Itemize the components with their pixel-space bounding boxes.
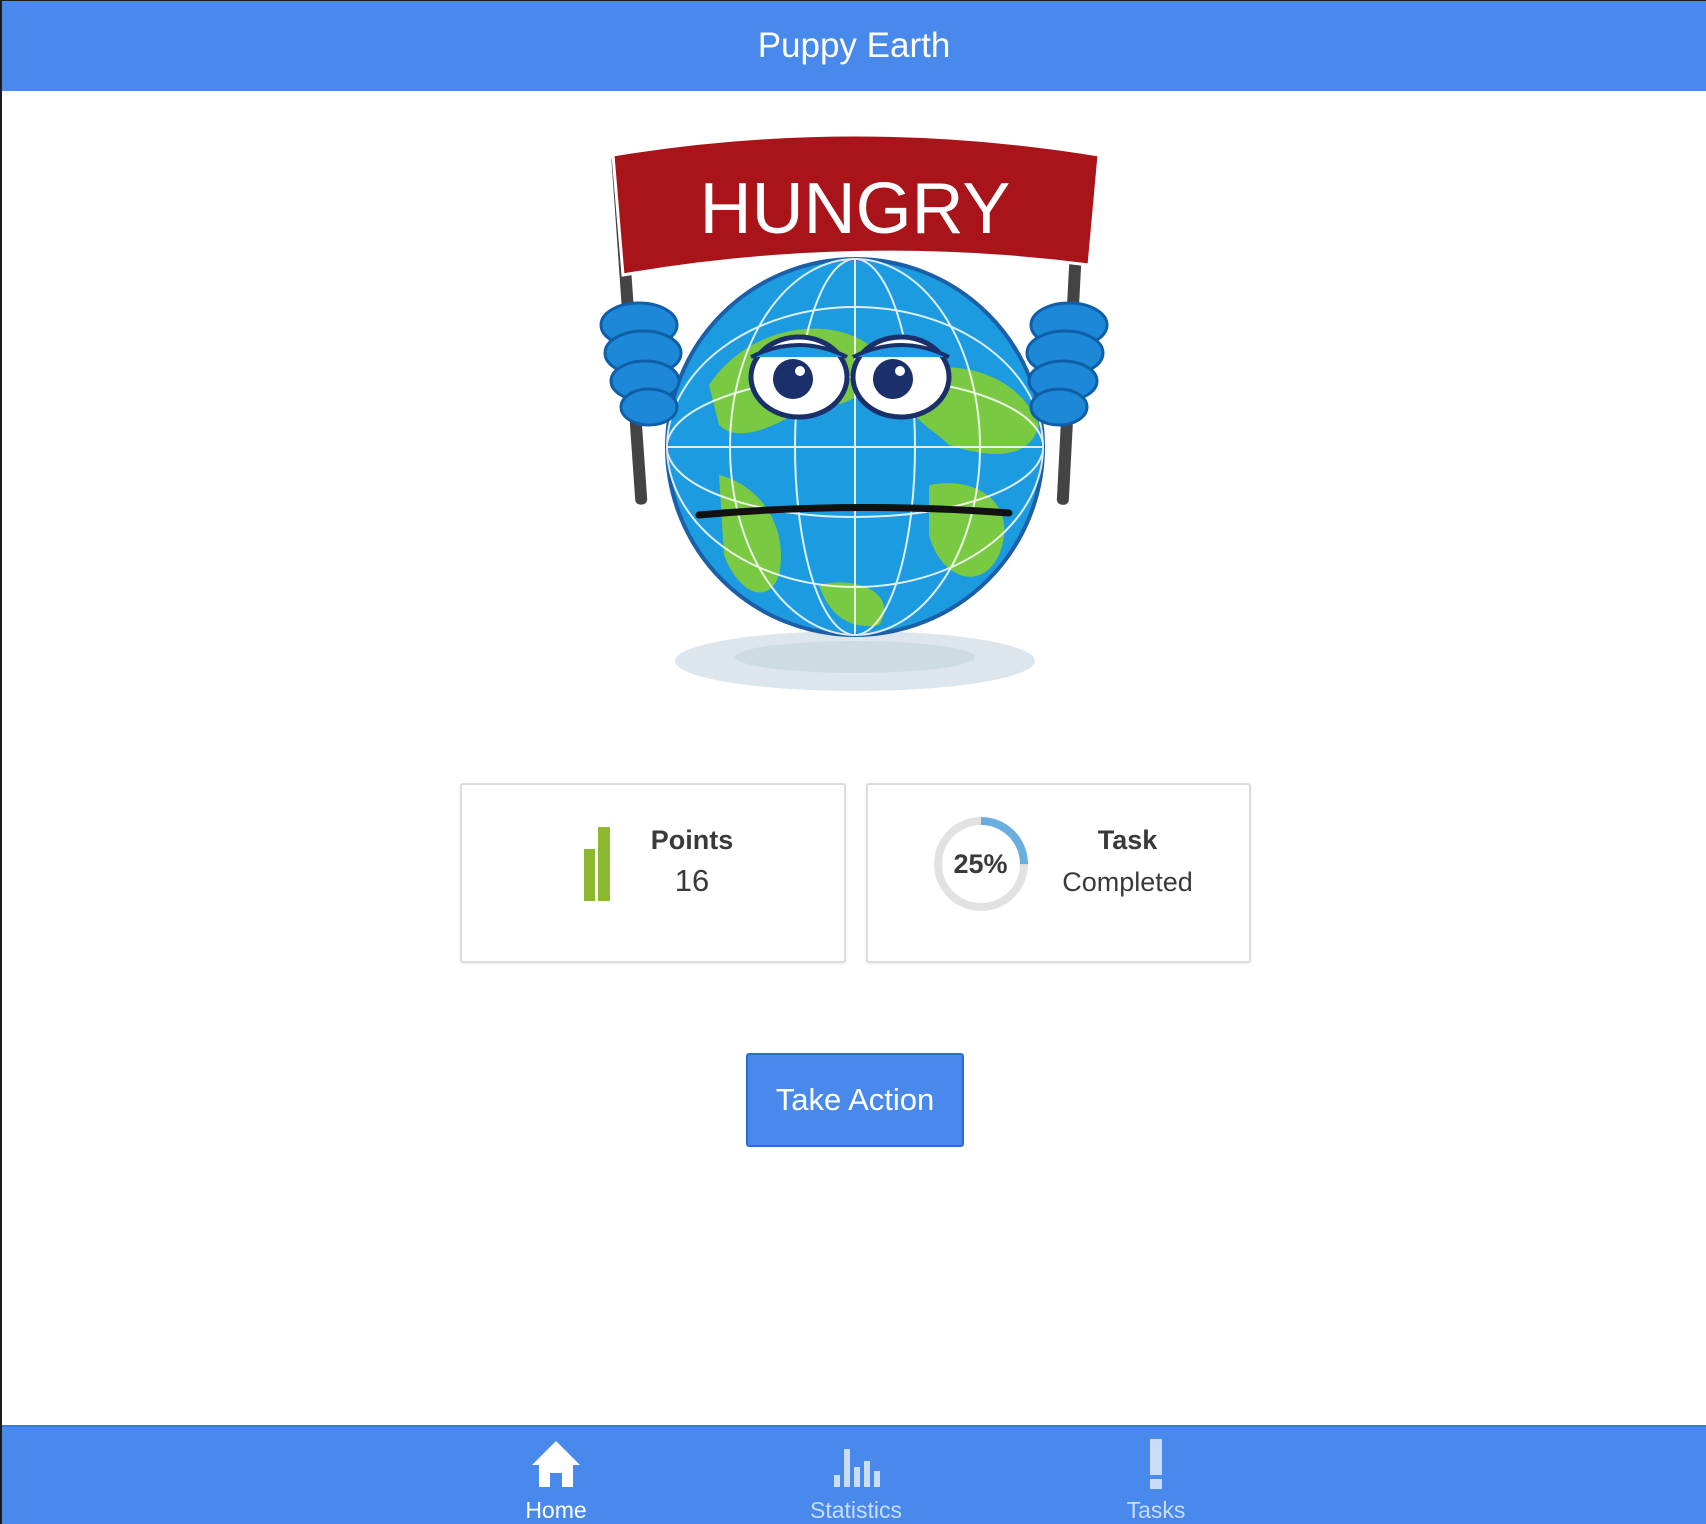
- home-icon: [526, 1435, 586, 1495]
- banner-text: HUNGRY: [700, 169, 1011, 249]
- task-progress-text: 25%: [953, 848, 1008, 879]
- earth-mascot-image: HUNGRY: [599, 125, 1111, 701]
- tab-home-label: Home: [525, 1497, 587, 1523]
- take-action-button[interactable]: Take Action: [746, 1053, 964, 1147]
- points-card: Points 16: [460, 783, 846, 963]
- page-title: Puppy Earth: [757, 26, 951, 65]
- tab-tasks[interactable]: Tasks: [1066, 1427, 1246, 1524]
- bottom-tab-bar: Home Statistics Tasks: [2, 1425, 1706, 1524]
- header-bar: Puppy Earth: [2, 1, 1706, 91]
- exclamation-icon: [1126, 1435, 1186, 1495]
- points-label: Points: [650, 825, 734, 855]
- task-completed-label: Completed: [1062, 867, 1193, 897]
- app-root: Puppy Earth HUNGRY Points 16 25% Task Co…: [0, 0, 1706, 1524]
- tab-home[interactable]: Home: [466, 1427, 646, 1524]
- task-label: Task: [1097, 825, 1158, 855]
- tab-statistics[interactable]: Statistics: [766, 1427, 946, 1524]
- bar-chart-icon: [826, 1435, 886, 1495]
- task-card: 25% Task Completed: [865, 783, 1251, 963]
- stats-cards: Points 16 25% Task Completed: [460, 783, 1251, 963]
- tab-tasks-label: Tasks: [1126, 1497, 1186, 1523]
- points-value: 16: [674, 863, 710, 898]
- tab-statistics-label: Statistics: [809, 1497, 903, 1523]
- points-bar-icon: [584, 827, 614, 901]
